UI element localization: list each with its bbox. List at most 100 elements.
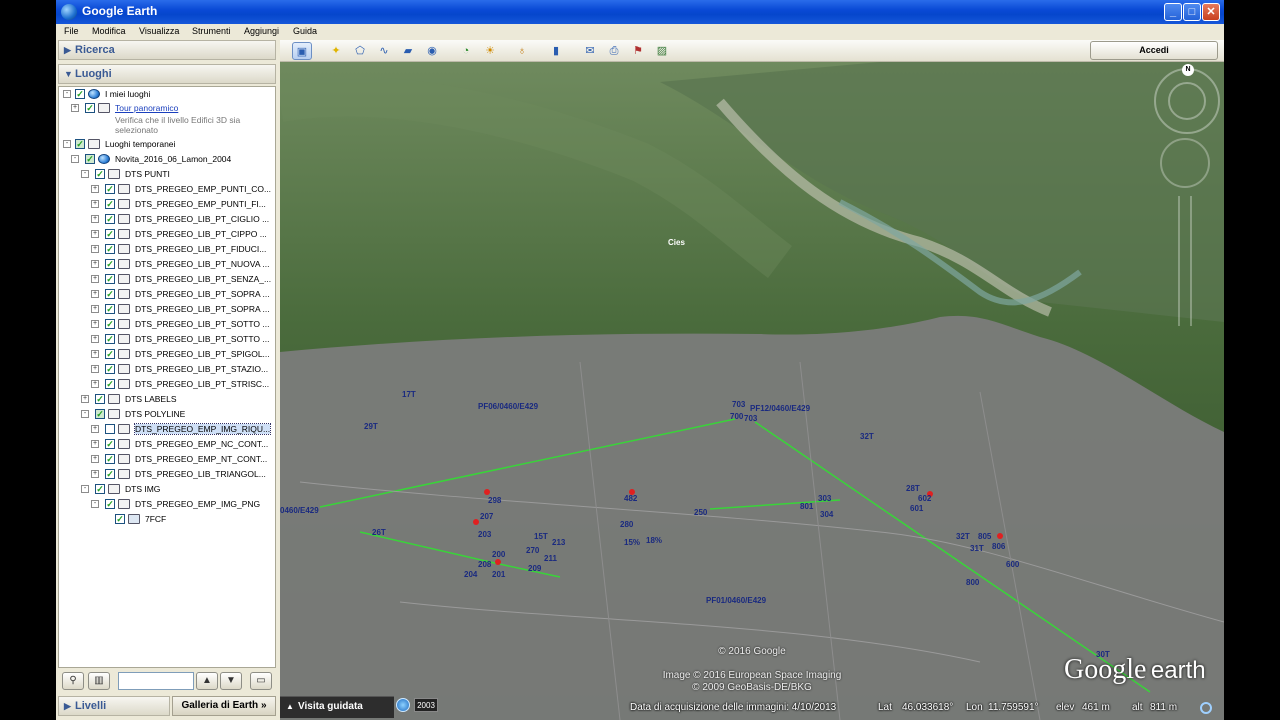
expand-toggle-icon[interactable]: +: [91, 260, 99, 268]
checkbox[interactable]: ✓: [105, 364, 115, 374]
survey-point-label[interactable]: 482: [624, 494, 637, 503]
tree-item-layer[interactable]: + ✓ DTS_PREGEO_EMP_PUNTI_CO...: [59, 182, 275, 196]
historical-imagery-icon[interactable]: [396, 698, 410, 712]
checkbox[interactable]: ✓: [105, 199, 115, 209]
checkbox[interactable]: ✓: [75, 139, 85, 149]
survey-point-label[interactable]: 29T: [364, 422, 378, 431]
earth-gallery-button[interactable]: Galleria di Earth »: [172, 696, 276, 716]
tree-item-layer[interactable]: - ✓ DTS_PREGEO_EMP_IMG_PNG: [59, 497, 275, 511]
survey-point-label[interactable]: 304: [820, 510, 833, 519]
tree-item-dts-punti[interactable]: - ✓ DTS PUNTI: [59, 167, 275, 181]
tree-item-layer[interactable]: + ✓ DTS_PREGEO_LIB_PT_FIDUCI...: [59, 242, 275, 256]
checkbox[interactable]: ✓: [105, 469, 115, 479]
collapse-toggle-icon[interactable]: -: [81, 170, 89, 178]
survey-point-label[interactable]: 303: [818, 494, 831, 503]
survey-point-label[interactable]: 26T: [372, 528, 386, 537]
expand-toggle-icon[interactable]: +: [71, 104, 79, 112]
checkbox[interactable]: ✓: [105, 259, 115, 269]
expand-toggle-icon[interactable]: +: [91, 230, 99, 238]
survey-point-label[interactable]: 250: [694, 508, 707, 517]
checkbox[interactable]: ✓: [105, 244, 115, 254]
survey-point-label[interactable]: 602: [918, 494, 931, 503]
map-view[interactable]: Cies PF06/0460/E429 PF12/0460/E429 PF01/…: [280, 62, 1224, 720]
checkbox[interactable]: ✓: [105, 274, 115, 284]
save-image-icon[interactable]: ▨: [652, 42, 672, 60]
email-icon[interactable]: ✉: [580, 42, 600, 60]
maps-icon[interactable]: ⚑: [628, 42, 648, 60]
folder-options-icon[interactable]: ▭: [250, 672, 272, 690]
expand-toggle-icon[interactable]: +: [91, 365, 99, 373]
expand-toggle-icon[interactable]: +: [91, 290, 99, 298]
tree-item-layer[interactable]: + ✓ DTS_PREGEO_LIB_PT_SOPRA ...: [59, 287, 275, 301]
menu-aggiungi[interactable]: Aggiungi: [244, 26, 279, 36]
survey-point-label[interactable]: 700: [730, 412, 743, 421]
survey-point-label[interactable]: 32T: [956, 532, 970, 541]
checkbox[interactable]: ✓: [95, 394, 105, 404]
tree-search-input[interactable]: [118, 672, 194, 690]
tree-item-layer[interactable]: + ✓ DTS_PREGEO_EMP_PUNTI_FI...: [59, 197, 275, 211]
checkbox[interactable]: ✓: [85, 103, 95, 113]
expand-toggle-icon[interactable]: +: [81, 395, 89, 403]
tree-item-layer[interactable]: + ✓ DTS_PREGEO_EMP_NT_CONT...: [59, 452, 275, 466]
checkbox[interactable]: ✓: [105, 289, 115, 299]
survey-point-label[interactable]: 200: [492, 550, 505, 559]
search-panel-header[interactable]: ▶ Ricerca: [58, 40, 276, 60]
expand-toggle-icon[interactable]: +: [91, 440, 99, 448]
checkbox[interactable]: ✓: [105, 304, 115, 314]
compass-control[interactable]: N: [1154, 64, 1220, 134]
checkbox[interactable]: ✓: [105, 319, 115, 329]
collapse-toggle-icon[interactable]: -: [63, 90, 71, 98]
tree-item-dts-labels[interactable]: + ✓ DTS LABELS: [59, 392, 275, 406]
tree-item-layer[interactable]: + ✓ DTS_PREGEO_LIB_PT_NUOVA ...: [59, 257, 275, 271]
expand-toggle-icon[interactable]: +: [91, 200, 99, 208]
layers-panel-header[interactable]: ▶ Livelli: [58, 696, 170, 716]
survey-point-label[interactable]: 211: [544, 554, 557, 563]
tree-item-overlay[interactable]: ✓ 7FCF: [59, 512, 275, 526]
places-tree[interactable]: - ✓ I miei luoghi + ✓ Tour panoramico Ve…: [58, 86, 276, 668]
checkbox[interactable]: ✓: [105, 184, 115, 194]
move-down-icon[interactable]: ▼: [220, 672, 242, 690]
sidebar-toggle-icon[interactable]: ▣: [292, 42, 312, 60]
ruler-icon[interactable]: ▮: [546, 42, 566, 60]
north-indicator-icon[interactable]: N: [1182, 64, 1194, 76]
tree-item-temporary-places[interactable]: - ✓ Luoghi temporanei: [59, 137, 275, 151]
places-panel-header[interactable]: ▼ Luoghi: [58, 64, 276, 84]
checkbox[interactable]: ✓: [75, 89, 85, 99]
survey-point-label[interactable]: 280: [620, 520, 633, 529]
survey-point-label[interactable]: 203: [478, 530, 491, 539]
menu-strumenti[interactable]: Strumenti: [192, 26, 231, 36]
survey-point-label[interactable]: 28T: [906, 484, 920, 493]
checkbox[interactable]: ✓: [95, 169, 105, 179]
expand-toggle-icon[interactable]: +: [91, 380, 99, 388]
expand-toggle-icon[interactable]: +: [91, 305, 99, 313]
tree-item-layer[interactable]: + ✓ DTS_PREGEO_LIB_PT_SOTTO ...: [59, 317, 275, 331]
checkbox[interactable]: ✓: [105, 349, 115, 359]
expand-toggle-icon[interactable]: +: [91, 320, 99, 328]
path-icon[interactable]: ∿: [374, 42, 394, 60]
place-label-cies[interactable]: Cies: [668, 238, 685, 247]
zoom-slider[interactable]: [1178, 196, 1192, 326]
menu-visualizza[interactable]: Visualizza: [139, 26, 179, 36]
collapse-toggle-icon[interactable]: -: [91, 500, 99, 508]
placemark-icon[interactable]: ✦: [326, 42, 346, 60]
sun-icon[interactable]: ☀: [480, 42, 500, 60]
survey-point-label[interactable]: 201: [492, 570, 505, 579]
history-icon[interactable]: ◔: [456, 42, 476, 60]
expand-toggle-icon[interactable]: +: [91, 350, 99, 358]
tree-item-layer[interactable]: + ✓ DTS_PREGEO_LIB_PT_STRISC...: [59, 377, 275, 391]
maximize-button[interactable]: □: [1183, 3, 1201, 21]
checkbox[interactable]: ✓: [85, 154, 95, 164]
expand-toggle-icon[interactable]: +: [91, 335, 99, 343]
tour-icon[interactable]: ◉: [422, 42, 442, 60]
expand-toggle-icon[interactable]: +: [91, 215, 99, 223]
checkbox-unchecked[interactable]: ✓: [105, 424, 115, 434]
tree-item-dts-polyline[interactable]: - ✓ DTS POLYLINE: [59, 407, 275, 421]
checkbox[interactable]: ✓: [105, 439, 115, 449]
title-bar[interactable]: Google Earth _ □ ✕: [56, 0, 1224, 24]
survey-point-label[interactable]: 703: [744, 414, 757, 423]
checkbox[interactable]: ✓: [95, 409, 105, 419]
tree-item-layer[interactable]: + ✓ DTS_PREGEO_LIB_TRIANGOL...: [59, 467, 275, 481]
expand-toggle-icon[interactable]: +: [91, 245, 99, 253]
close-button[interactable]: ✕: [1202, 3, 1220, 21]
minimize-button[interactable]: _: [1164, 3, 1182, 21]
